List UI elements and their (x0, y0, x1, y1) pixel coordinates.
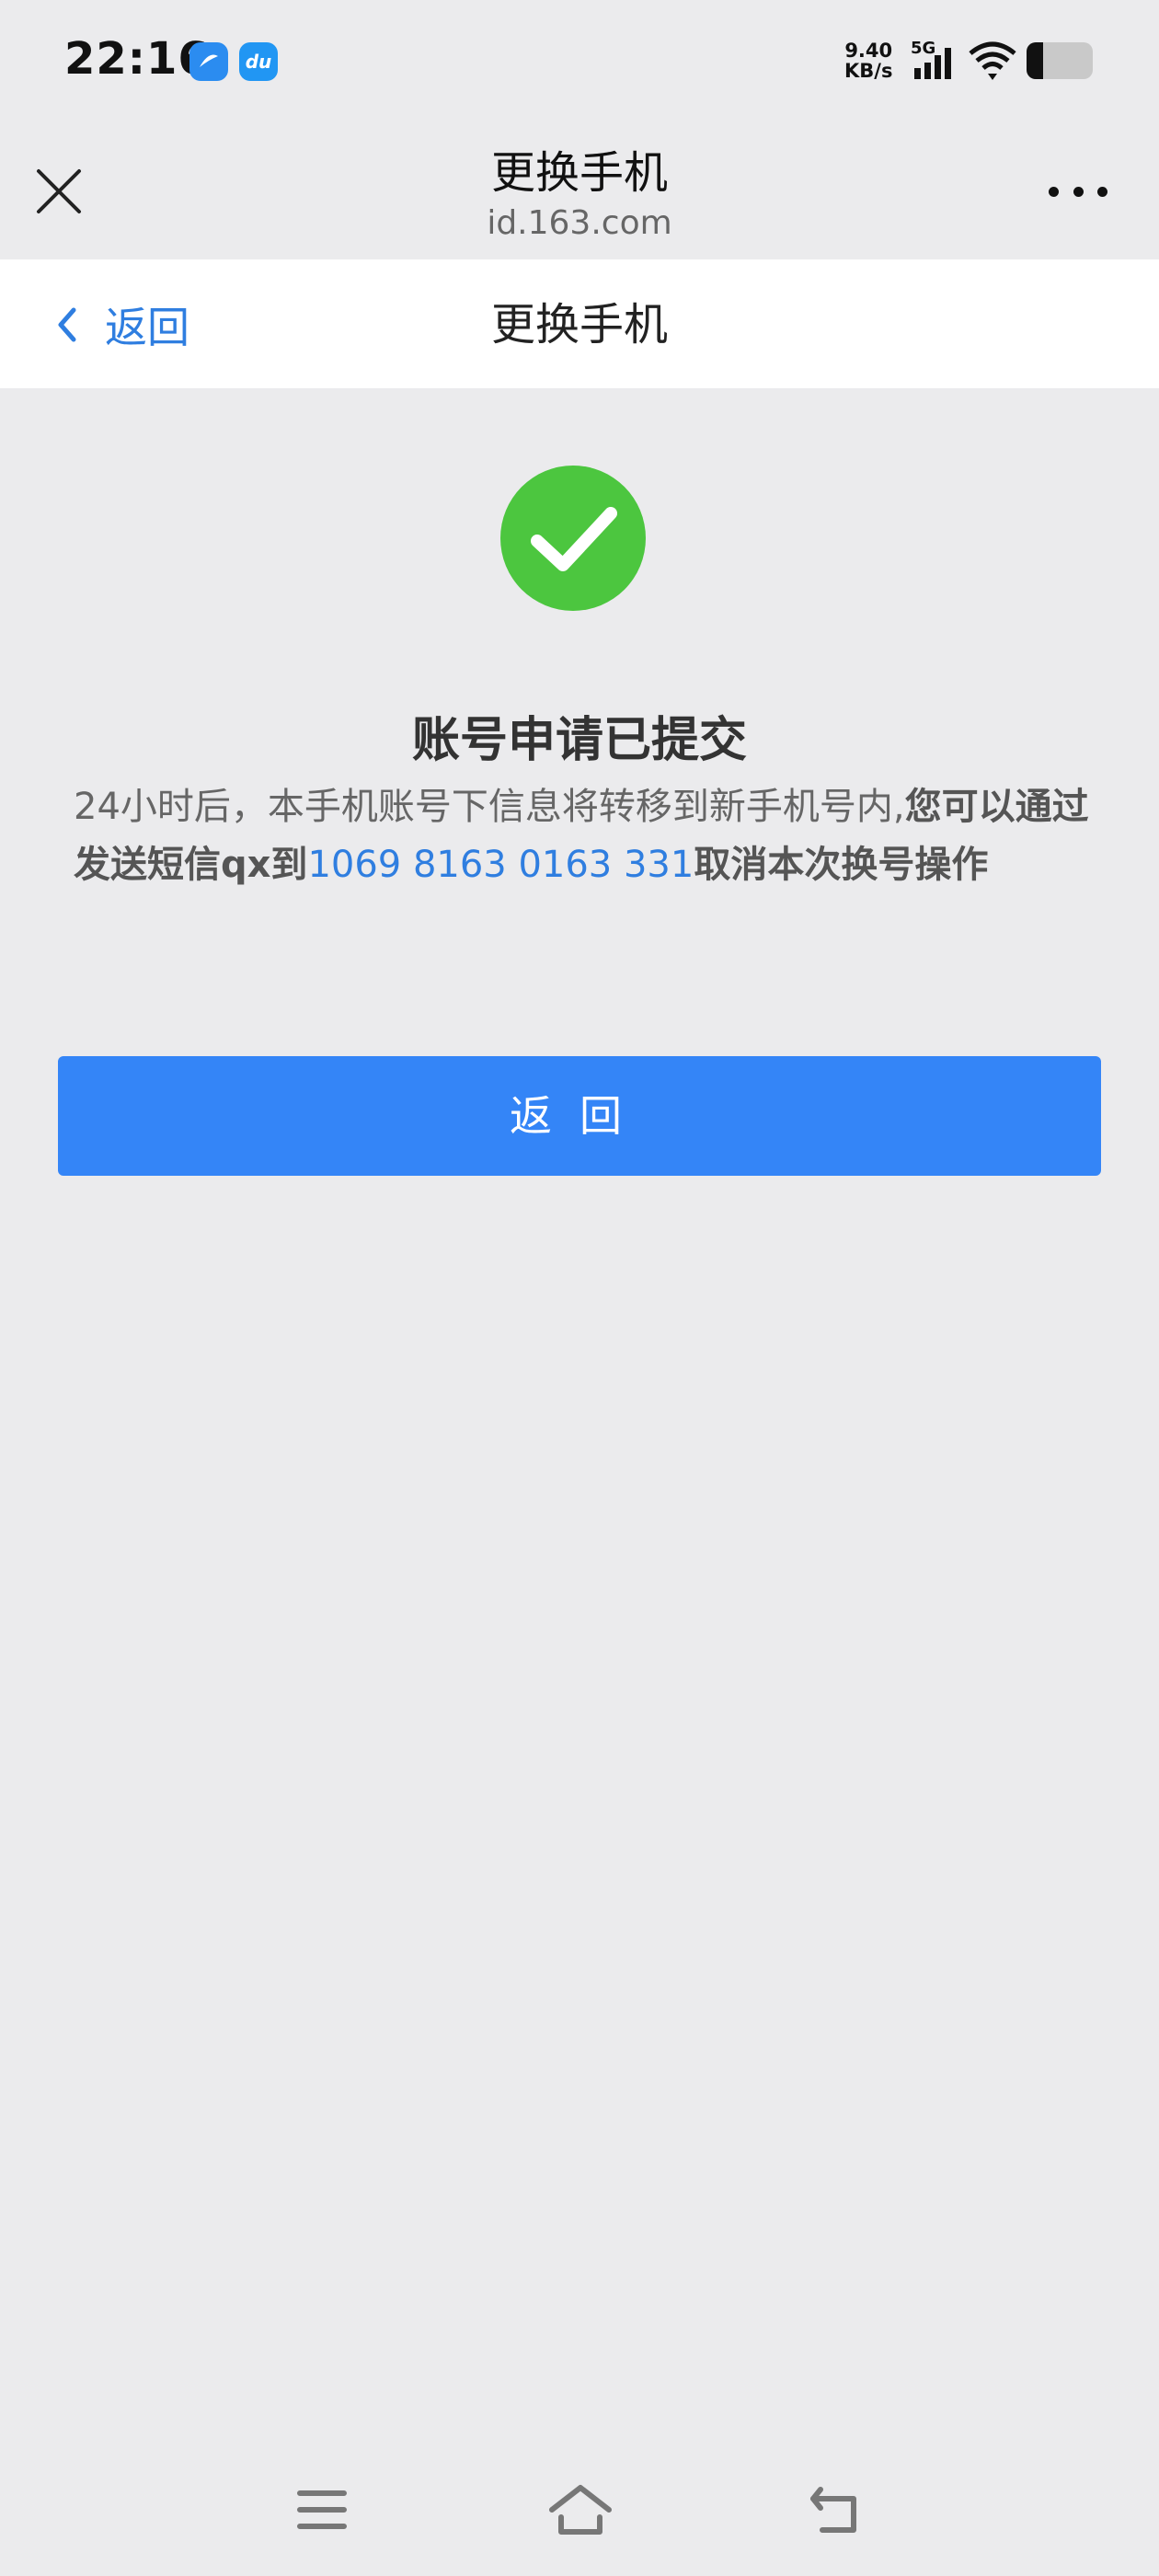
wifi-icon (968, 40, 1017, 85)
page-title: 更换手机 (490, 299, 668, 351)
browser-app-icon (189, 42, 228, 81)
result-description: 24小时后，本手机账号下信息将转移到新手机号内,您可以通过发送短信qx到1069… (74, 778, 1095, 894)
network-type-label: 5G (911, 39, 935, 58)
battery-icon (1027, 42, 1093, 79)
more-icon[interactable] (1049, 177, 1107, 206)
sms-number: 1069 8163 0163 331 (307, 844, 694, 886)
battery-level (1027, 42, 1043, 79)
network-speed: 9.40 KB/s (844, 40, 893, 82)
check-circle-icon (500, 466, 646, 611)
browser-title: 更换手机 (490, 147, 668, 199)
browser-domain: id.163.com (487, 204, 672, 242)
desc-text: 24小时后，本手机账号下信息将转移到新手机号内, (74, 786, 905, 828)
status-time: 22:16 (64, 33, 210, 85)
return-button[interactable]: 返回 (58, 1056, 1101, 1176)
desc-bold-text-end: 取消本次换号操作 (694, 844, 989, 886)
result-title: 账号申请已提交 (411, 713, 747, 768)
signal-icon: 5G (911, 37, 960, 88)
status-bar: 22:16 du 9.40 KB/s 5G (0, 0, 1159, 120)
back-arrow-icon[interactable] (808, 2484, 866, 2536)
home-icon[interactable] (548, 2484, 612, 2536)
menu-icon[interactable] (293, 2484, 351, 2536)
baidu-app-icon: du (239, 42, 278, 81)
